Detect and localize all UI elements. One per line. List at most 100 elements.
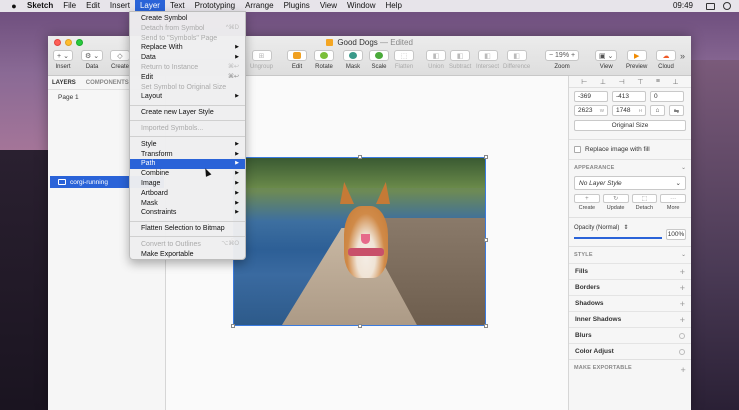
width-field[interactable]: 2623 W <box>574 105 608 116</box>
insert-button[interactable]: + ⌄ <box>53 50 73 61</box>
clock[interactable]: 09:49 <box>668 0 698 12</box>
menu-item[interactable]: Path ▶ <box>130 159 245 170</box>
apple-icon[interactable]: ● <box>6 1 22 11</box>
rotate-icon[interactable] <box>314 50 334 61</box>
x-field[interactable]: -369 <box>574 91 608 102</box>
style-create-button[interactable]: + Create <box>574 194 600 211</box>
menu-app[interactable]: Sketch <box>22 0 58 12</box>
menu-item[interactable]: Style ▶ <box>130 140 245 150</box>
zoom-control[interactable]: − 19% + <box>545 50 580 61</box>
toolbar-difference[interactable]: ◧ Difference <box>503 50 530 70</box>
toolbar-create[interactable]: ◇ Create <box>110 50 130 70</box>
toolbar-insert[interactable]: + ⌄ Insert <box>53 50 73 70</box>
toolbar-scale[interactable]: Scale <box>369 50 389 70</box>
menu-window[interactable]: Window <box>342 0 380 12</box>
intersect-icon[interactable]: ◧ <box>477 50 498 61</box>
original-size-button[interactable]: Original Size <box>574 120 686 131</box>
tab-components[interactable]: COMPONENTS <box>86 80 129 86</box>
align-right-icon[interactable]: ⊣ <box>619 78 625 86</box>
preview-icon[interactable]: ▶ <box>626 50 647 61</box>
flatten-icon[interactable]: ⬚ <box>394 50 414 61</box>
replace-fill-row[interactable]: Replace image with fill <box>569 139 691 160</box>
menu-file[interactable]: File <box>58 0 81 12</box>
align-center-icon[interactable]: ⊥ <box>600 78 606 86</box>
edit-icon[interactable] <box>287 50 307 61</box>
mask-icon[interactable] <box>343 50 363 61</box>
difference-icon[interactable]: ◧ <box>506 50 527 61</box>
y-field[interactable]: -413 <box>612 91 646 102</box>
toolbar-ungroup[interactable]: ⊞ Ungroup <box>250 50 273 70</box>
menu-plugins[interactable]: Plugins <box>279 0 315 12</box>
search-icon[interactable] <box>723 2 731 10</box>
menu-item[interactable]: Replace With ▶ <box>130 43 245 53</box>
tab-layers[interactable]: LAYERS <box>52 80 76 86</box>
subtract-icon[interactable]: ◧ <box>450 50 471 61</box>
menu-item[interactable]: Mask ▶ <box>130 199 245 209</box>
toolbar-preview[interactable]: ▶ Preview <box>626 50 647 70</box>
toolbar-subtract[interactable]: ◧ Subtract <box>449 50 471 70</box>
menu-item[interactable]: Create Symbol <box>130 14 245 24</box>
toolbar-cloud[interactable]: ☁ Cloud <box>656 50 676 70</box>
replace-fill-checkbox[interactable] <box>574 146 581 153</box>
plus-icon[interactable]: + <box>680 315 685 325</box>
align-middle-icon[interactable]: ≡ <box>656 78 660 85</box>
scale-icon[interactable] <box>369 50 389 61</box>
appearance-header[interactable]: APPEARANCE ⌄ <box>569 160 691 176</box>
style-property-row[interactable]: Fills + <box>569 263 691 279</box>
style-property-row[interactable]: Borders + <box>569 279 691 295</box>
menu-item[interactable]: Transform ▶ <box>130 150 245 160</box>
toolbar-mask[interactable]: Mask <box>343 50 363 70</box>
style-detach-button[interactable]: ⬚ Detach <box>631 194 658 211</box>
create-button[interactable]: ◇ <box>110 50 130 61</box>
menu-item[interactable]: Flatten Selection to Bitmap <box>130 224 245 234</box>
style-property-row[interactable]: Shadows + <box>569 295 691 311</box>
corgi-image[interactable] <box>234 158 485 325</box>
stepper-icon[interactable]: ⇕ <box>623 224 628 231</box>
rotation-field[interactable]: 0 <box>650 91 684 102</box>
menu-item[interactable]: Edit ⌘↩ <box>130 73 245 83</box>
menu-item[interactable]: Make Exportable <box>130 250 245 260</box>
toolbar-rotate[interactable]: Rotate <box>314 50 334 70</box>
menu-item[interactable]: Image ▶ <box>130 179 245 189</box>
overflow-icon[interactable]: » <box>680 51 685 61</box>
menu-item[interactable]: Combine ▶ <box>130 169 245 179</box>
cloud-icon[interactable]: ☁ <box>656 50 676 61</box>
style-more-button[interactable]: ··· More <box>660 194 686 211</box>
menu-item[interactable]: Layout ▶ <box>130 92 245 102</box>
data-button[interactable]: ⚙ ⌄ <box>81 50 104 61</box>
toolbar-data[interactable]: ⚙ ⌄ Data <box>81 50 104 70</box>
plus-icon[interactable]: + <box>680 299 685 309</box>
plus-icon[interactable]: + <box>680 283 685 293</box>
toolbar-flatten[interactable]: ⬚ Flatten <box>394 50 414 70</box>
opacity-label[interactable]: Opacity (Normal) <box>574 225 619 231</box>
menu-item[interactable]: Artboard ▶ <box>130 189 245 199</box>
plus-icon[interactable]: + <box>681 365 686 375</box>
style-property-row[interactable]: Blurs <box>569 327 691 343</box>
ungroup-icon[interactable]: ⊞ <box>251 50 272 61</box>
toolbar-view[interactable]: ▣ ⌄ View <box>595 50 618 70</box>
opacity-slider[interactable] <box>574 236 662 239</box>
plus-icon[interactable]: + <box>680 267 685 277</box>
style-property-row[interactable]: Color Adjust <box>569 343 691 359</box>
flip-button[interactable]: ⇋ <box>669 105 684 116</box>
menu-view[interactable]: View <box>315 0 342 12</box>
menu-edit[interactable]: Edit <box>81 0 105 12</box>
menu-item[interactable]: Create new Layer Style <box>130 108 245 118</box>
height-field[interactable]: 1748 H <box>612 105 646 116</box>
view-button[interactable]: ▣ ⌄ <box>595 50 618 61</box>
toolbar-edit[interactable]: Edit <box>287 50 307 70</box>
union-icon[interactable]: ◧ <box>426 50 446 61</box>
toggle-ring-icon[interactable] <box>679 332 685 339</box>
toolbar-zoom[interactable]: − 19% + Zoom <box>545 50 580 70</box>
menu-item[interactable]: Constraints ▶ <box>130 208 245 218</box>
align-top-icon[interactable]: ⊤ <box>637 78 643 86</box>
lock-ratio-button[interactable]: ⌂ <box>650 105 665 116</box>
export-header[interactable]: MAKE EXPORTABLE + <box>569 359 691 380</box>
toolbar-intersect[interactable]: ◧ Intersect <box>476 50 499 70</box>
style-header[interactable]: STYLE ⌄ <box>569 246 691 263</box>
opacity-field[interactable]: 100% <box>666 229 686 240</box>
toolbar-overflow[interactable]: » <box>680 51 685 61</box>
toolbar-union[interactable]: ◧ Union <box>426 50 446 70</box>
style-property-row[interactable]: Inner Shadows + <box>569 311 691 327</box>
menu-help[interactable]: Help <box>380 0 406 12</box>
